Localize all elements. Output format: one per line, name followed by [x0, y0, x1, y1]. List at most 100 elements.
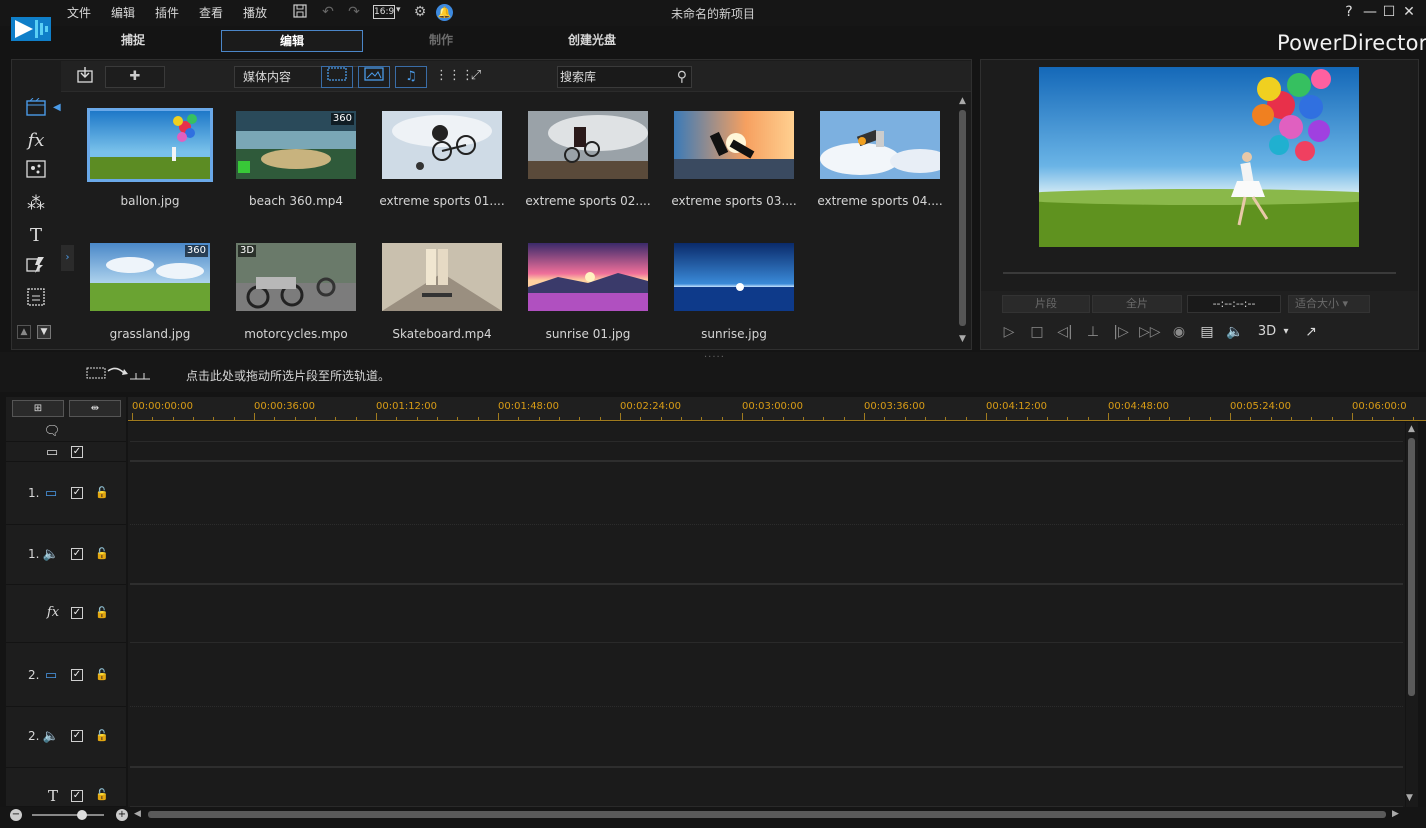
pip-room-icon[interactable]: [24, 160, 48, 184]
scroll-down-icon[interactable]: ▼: [1406, 793, 1413, 803]
track-enable-checkbox[interactable]: ✓: [71, 446, 83, 458]
video-track-1[interactable]: [130, 464, 1403, 525]
media-room-icon[interactable]: [24, 97, 48, 122]
play-icon[interactable]: ▷: [999, 322, 1019, 342]
media-thumb-motorcycles[interactable]: 3D: [236, 243, 356, 311]
fx-track-icon: fx: [46, 605, 60, 620]
snapshot-icon[interactable]: ◉: [1169, 322, 1189, 342]
undock-icon[interactable]: ↗: [1301, 322, 1321, 342]
lock-icon[interactable]: 🔓: [95, 606, 109, 620]
plugins-button[interactable]: ✚: [105, 66, 165, 88]
preview-progress-bar[interactable]: [1003, 272, 1396, 274]
title-room-icon[interactable]: T: [24, 224, 48, 248]
filter-video-button[interactable]: [321, 66, 353, 88]
video-track-2[interactable]: [130, 644, 1403, 707]
media-thumb-beach-360[interactable]: 360: [236, 111, 356, 179]
particle-room-icon[interactable]: ⁂: [24, 192, 48, 216]
scroll-up-icon[interactable]: ▲: [1408, 424, 1415, 434]
lock-icon[interactable]: 🔓: [95, 729, 109, 743]
movie-mode-button[interactable]: 全片: [1092, 295, 1182, 313]
close-button[interactable]: ✕: [1400, 3, 1418, 21]
zoom-slider-handle[interactable]: [77, 810, 87, 820]
track-enable-checkbox[interactable]: ✓: [71, 548, 83, 560]
lock-icon[interactable]: 🔓: [95, 668, 109, 682]
scroll-down-icon[interactable]: ▼: [959, 334, 966, 344]
3d-mode-button[interactable]: 3D: [1256, 322, 1278, 342]
filter-audio-button[interactable]: ♫: [395, 66, 427, 88]
3d-chevron-icon[interactable]: ▾: [1279, 322, 1293, 342]
scroll-left-icon[interactable]: ◀: [134, 809, 141, 819]
search-library-input[interactable]: 搜索库 ⚲: [557, 66, 692, 88]
expand-panel-icon[interactable]: ›: [61, 245, 74, 271]
audio-track-2[interactable]: [130, 708, 1403, 768]
timeline-hscroll-thumb[interactable]: [148, 811, 1386, 818]
timeline-vscroll[interactable]: ▲: [1406, 422, 1418, 807]
zoom-in-icon[interactable]: +: [116, 809, 128, 821]
fx-room-icon[interactable]: fx: [24, 129, 48, 153]
rail-scroll-down-icon[interactable]: ▼: [37, 325, 51, 339]
zoom-out-icon[interactable]: −: [10, 809, 22, 821]
media-name-motorcycles: motorcycles.mpo: [244, 327, 348, 341]
media-thumb-sunrise-01[interactable]: [528, 243, 648, 311]
tab-create-disc[interactable]: 创建光盘: [521, 30, 663, 52]
library-content-select[interactable]: 媒体内容⌄: [234, 66, 375, 88]
subtitle-room-icon[interactable]: [24, 288, 48, 312]
scroll-right-icon[interactable]: ▶: [1392, 809, 1399, 819]
title-track[interactable]: [130, 770, 1403, 807]
track-enable-checkbox[interactable]: ✓: [71, 669, 83, 681]
import-media-icon[interactable]: [73, 66, 97, 88]
expand-icon[interactable]: ⤢: [465, 66, 487, 88]
track-enable-checkbox[interactable]: ✓: [71, 730, 83, 742]
chapter-row[interactable]: [130, 422, 1403, 442]
stop-icon[interactable]: □: [1027, 322, 1047, 342]
library-scrollbar[interactable]: ▲ ▼: [957, 96, 969, 346]
track-manager-icon[interactable]: [86, 365, 152, 381]
transition-room-icon[interactable]: [24, 256, 48, 280]
media-thumb-extreme-sports-01[interactable]: [382, 111, 502, 179]
track-view-button[interactable]: ⊞: [12, 400, 64, 417]
lock-icon[interactable]: 🔓: [95, 788, 109, 802]
previous-frame-icon[interactable]: ◁|: [1055, 322, 1075, 342]
next-frame-icon[interactable]: |▷: [1111, 322, 1131, 342]
volume-icon[interactable]: 🔈: [1225, 322, 1245, 342]
scroll-up-icon[interactable]: ▲: [959, 96, 966, 106]
media-thumb-ballon[interactable]: [87, 108, 213, 182]
help-button[interactable]: ?: [1340, 3, 1358, 21]
timecode-field[interactable]: --:--:--:--: [1187, 295, 1281, 313]
media-thumb-skateboard[interactable]: [382, 243, 502, 311]
search-icon[interactable]: ⚲: [677, 67, 687, 87]
media-thumb-grassland[interactable]: 360: [90, 243, 210, 311]
subtitle-icon[interactable]: ▤: [1197, 322, 1217, 342]
subtitle-row[interactable]: [130, 443, 1403, 462]
filter-image-button[interactable]: [358, 66, 390, 88]
track-enable-checkbox[interactable]: ✓: [71, 487, 83, 499]
fit-timeline-button[interactable]: ⇹: [69, 400, 121, 417]
track-enable-checkbox[interactable]: ✓: [71, 790, 83, 802]
maximize-button[interactable]: ☐: [1380, 3, 1398, 21]
minimize-button[interactable]: —: [1361, 3, 1379, 21]
lock-icon[interactable]: 🔓: [95, 486, 109, 500]
zoom-slider[interactable]: [32, 814, 104, 816]
split-icon[interactable]: ⊥: [1083, 322, 1103, 342]
media-thumb-sunrise[interactable]: [674, 243, 794, 311]
fast-forward-icon[interactable]: ▷▷: [1139, 322, 1161, 342]
clip-mode-button[interactable]: 片段: [1002, 295, 1090, 313]
lock-icon[interactable]: 🔓: [95, 547, 109, 561]
fx-track[interactable]: [130, 587, 1403, 643]
audio-track-1[interactable]: [130, 526, 1403, 585]
insert-hint[interactable]: 点击此处或拖动所选片段至所选轨道。: [186, 367, 390, 384]
view-grid-icon[interactable]: ⋮⋮⋮: [435, 66, 474, 88]
resize-handle-icon[interactable]: ·····: [704, 352, 725, 363]
scroll-thumb[interactable]: [959, 110, 966, 326]
media-thumb-extreme-sports-03[interactable]: [674, 111, 794, 179]
scroll-thumb[interactable]: [1408, 438, 1415, 696]
media-thumb-extreme-sports-02[interactable]: [528, 111, 648, 179]
media-thumb-extreme-sports-04[interactable]: [820, 111, 940, 179]
rail-scroll-up-icon[interactable]: ▲: [17, 325, 31, 339]
fit-size-select[interactable]: 适合大小 ▾: [1288, 295, 1370, 313]
tab-produce[interactable]: 制作: [370, 30, 512, 52]
ruler-tick: [213, 417, 215, 421]
tab-edit[interactable]: 编辑: [221, 30, 363, 52]
track-enable-checkbox[interactable]: ✓: [71, 607, 83, 619]
tab-capture[interactable]: 捕捉: [62, 30, 204, 52]
